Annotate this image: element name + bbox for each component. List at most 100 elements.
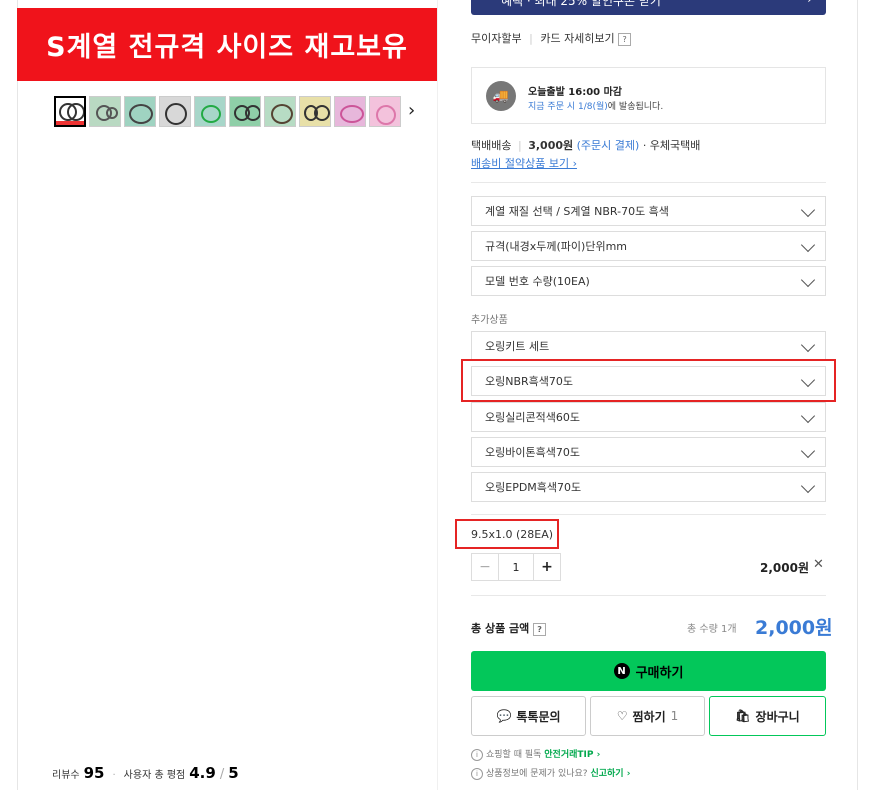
notice-safe-trade: i 쇼핑할 때 필독 안전거래TIP › xyxy=(471,747,600,761)
chevron-down-icon xyxy=(800,443,816,459)
cart-button[interactable]: 🛍 장바구니 xyxy=(709,696,826,736)
delivery-carrier: · 우체국택배 xyxy=(642,139,701,152)
shipping-note: 지금 주문 시 1/8(월)에 발송됩니다. xyxy=(528,99,663,112)
option-select-material[interactable]: 계열 재질 선택 / S계열 NBR-70도 흑색 xyxy=(471,196,826,226)
thumbnail-6[interactable] xyxy=(229,96,261,127)
promo-text: 혜택 · 최대 25% 할인쿠폰 받기 xyxy=(501,0,661,8)
shipping-saving-link[interactable]: 배송비 절약상품 보기 › xyxy=(471,155,577,171)
quantity-stepper: − 1 + xyxy=(471,553,561,581)
thumbnail-4[interactable] xyxy=(159,96,191,127)
chevron-down-icon xyxy=(800,408,816,424)
chevron-down-icon xyxy=(800,237,816,253)
heart-icon: ♡ xyxy=(616,709,628,723)
talk-inquiry-button[interactable]: 💬 톡톡문의 xyxy=(471,696,586,736)
help-icon[interactable]: ? xyxy=(533,622,547,636)
addon-label: 오링EPDM흑색70도 xyxy=(485,481,582,494)
addon-select-epdm[interactable]: 오링EPDM흑색70도 xyxy=(471,472,826,502)
left-panel-border xyxy=(17,0,18,790)
rating-value: 4.9 xyxy=(189,764,216,782)
thumbnail-1[interactable] xyxy=(54,96,86,127)
divider xyxy=(471,595,826,596)
thumbnail-10[interactable] xyxy=(369,96,401,127)
divider xyxy=(471,182,826,183)
review-stats: 리뷰수 95 · 사용자 총 평점 4.9 / 5 xyxy=(52,764,239,782)
delivery-label: 택배배송 xyxy=(471,139,512,152)
addon-label: 오링NBR흑색70도 xyxy=(485,375,574,388)
addon-select-kit[interactable]: 오링키트 세트 xyxy=(471,331,826,361)
close-icon[interactable]: ✕ xyxy=(813,557,824,572)
safe-trade-tip-link[interactable]: 안전거래TIP › xyxy=(544,750,600,760)
chevron-down-icon xyxy=(800,478,816,494)
thumbnail-9[interactable] xyxy=(334,96,366,127)
buy-button[interactable]: N 구매하기 xyxy=(471,651,826,691)
selected-item-name: 9.5x1.0 (28EA) xyxy=(471,528,554,541)
total-label: 총 상품 금액 xyxy=(471,622,530,635)
info-icon: i xyxy=(471,748,483,761)
chevron-down-icon xyxy=(800,337,816,353)
shopping-bag-icon: 🛍 xyxy=(735,709,751,723)
promo-arrow-icon: › xyxy=(807,0,812,6)
today-shipping-box xyxy=(471,67,826,124)
total-amount: 2,000원 xyxy=(755,617,833,639)
wish-label: 찜하기 xyxy=(632,709,666,724)
right-panel-border-right xyxy=(857,0,858,790)
shipping-deadline: 오늘출발 16:00 마감 xyxy=(528,87,622,98)
divider xyxy=(471,514,826,515)
addon-select-viton[interactable]: 오링바이톤흑색70도 xyxy=(471,437,826,467)
banner-text: S계열 전규격 사이즈 재고보유 xyxy=(46,32,408,63)
payment-row: 무이자할부 | 카드 자세히보기 ? xyxy=(471,30,632,46)
naver-pay-icon: N xyxy=(613,663,630,679)
thumbnail-7[interactable] xyxy=(264,96,296,127)
delivery-fee: 3,000원 xyxy=(528,139,574,152)
product-banner: S계열 전규격 사이즈 재고보유 xyxy=(17,8,437,81)
thumbnail-2[interactable] xyxy=(89,96,121,127)
addon-select-nbr[interactable]: 오링NBR흑색70도 xyxy=(471,366,826,396)
chevron-right-icon[interactable]: › xyxy=(408,100,415,121)
total-label-row: 총 상품 금액 ? xyxy=(471,620,547,636)
thumbnail-8[interactable] xyxy=(299,96,331,127)
notice-text: 상품정보에 문제가 있나요? xyxy=(486,769,588,779)
addon-label: 오링키트 세트 xyxy=(485,340,550,353)
addon-label: 오링실리콘적색60도 xyxy=(485,411,580,424)
option-label: 규격(내경x두께(파이)단위mm xyxy=(485,240,628,253)
addon-select-silicone[interactable]: 오링실리콘적색60도 xyxy=(471,402,826,432)
notice-text: 쇼핑할 때 필독 xyxy=(486,750,542,760)
cart-label: 장바구니 xyxy=(755,709,800,724)
rating-max: 5 xyxy=(228,764,239,782)
wishlist-button[interactable]: ♡ 찜하기 1 xyxy=(590,696,705,736)
installment-text: 무이자할부 xyxy=(471,32,522,45)
thumbnail-5[interactable] xyxy=(194,96,226,127)
review-label: 리뷰수 xyxy=(52,770,80,781)
shipping-date-link: 지금 주문 시 1/8(월) xyxy=(528,102,608,112)
quantity-input[interactable]: 1 xyxy=(499,553,533,581)
right-panel-border-left xyxy=(437,0,438,790)
rating-label: 사용자 총 평점 xyxy=(123,770,186,781)
delivery-fee-row: 택배배송 | 3,000원 (주문시 결제) · 우체국택배 xyxy=(471,139,701,152)
addon-section-title: 추가상품 xyxy=(471,315,508,326)
increase-button[interactable]: + xyxy=(533,553,561,581)
report-link[interactable]: 신고하기 › xyxy=(590,769,630,779)
thumbnail-3[interactable] xyxy=(124,96,156,127)
shipping-note-rest: 에 발송됩니다. xyxy=(607,102,664,112)
addon-label: 오링바이톤흑색70도 xyxy=(485,446,580,459)
coupon-promo-banner[interactable]: 혜택 · 최대 25% 할인쿠폰 받기 › xyxy=(471,0,826,15)
wish-count: 1 xyxy=(670,709,679,723)
chevron-down-icon xyxy=(800,372,816,388)
truck-icon: 🚚 xyxy=(486,81,516,111)
total-quantity: 총 수량 1개 xyxy=(687,624,737,635)
card-detail-link[interactable]: 카드 자세히보기 xyxy=(540,32,614,45)
chat-icon: 💬 xyxy=(496,709,512,723)
option-select-model[interactable]: 모델 번호 수량(10EA) xyxy=(471,266,826,296)
item-price: 2,000원 xyxy=(760,561,809,575)
help-icon[interactable]: ? xyxy=(618,32,632,46)
decrease-button[interactable]: − xyxy=(471,553,499,581)
notice-report: i 상품정보에 문제가 있나요? 신고하기 › xyxy=(471,766,630,780)
option-label: 계열 재질 선택 / S계열 NBR-70도 흑색 xyxy=(485,205,669,218)
talk-label: 톡톡문의 xyxy=(516,709,561,724)
info-icon: i xyxy=(471,767,483,780)
option-label: 모델 번호 수량(10EA) xyxy=(485,275,590,288)
chevron-down-icon xyxy=(800,272,816,288)
thumbnail-strip xyxy=(54,96,401,127)
option-select-size[interactable]: 규격(내경x두께(파이)단위mm xyxy=(471,231,826,261)
review-count[interactable]: 95 xyxy=(84,764,105,782)
